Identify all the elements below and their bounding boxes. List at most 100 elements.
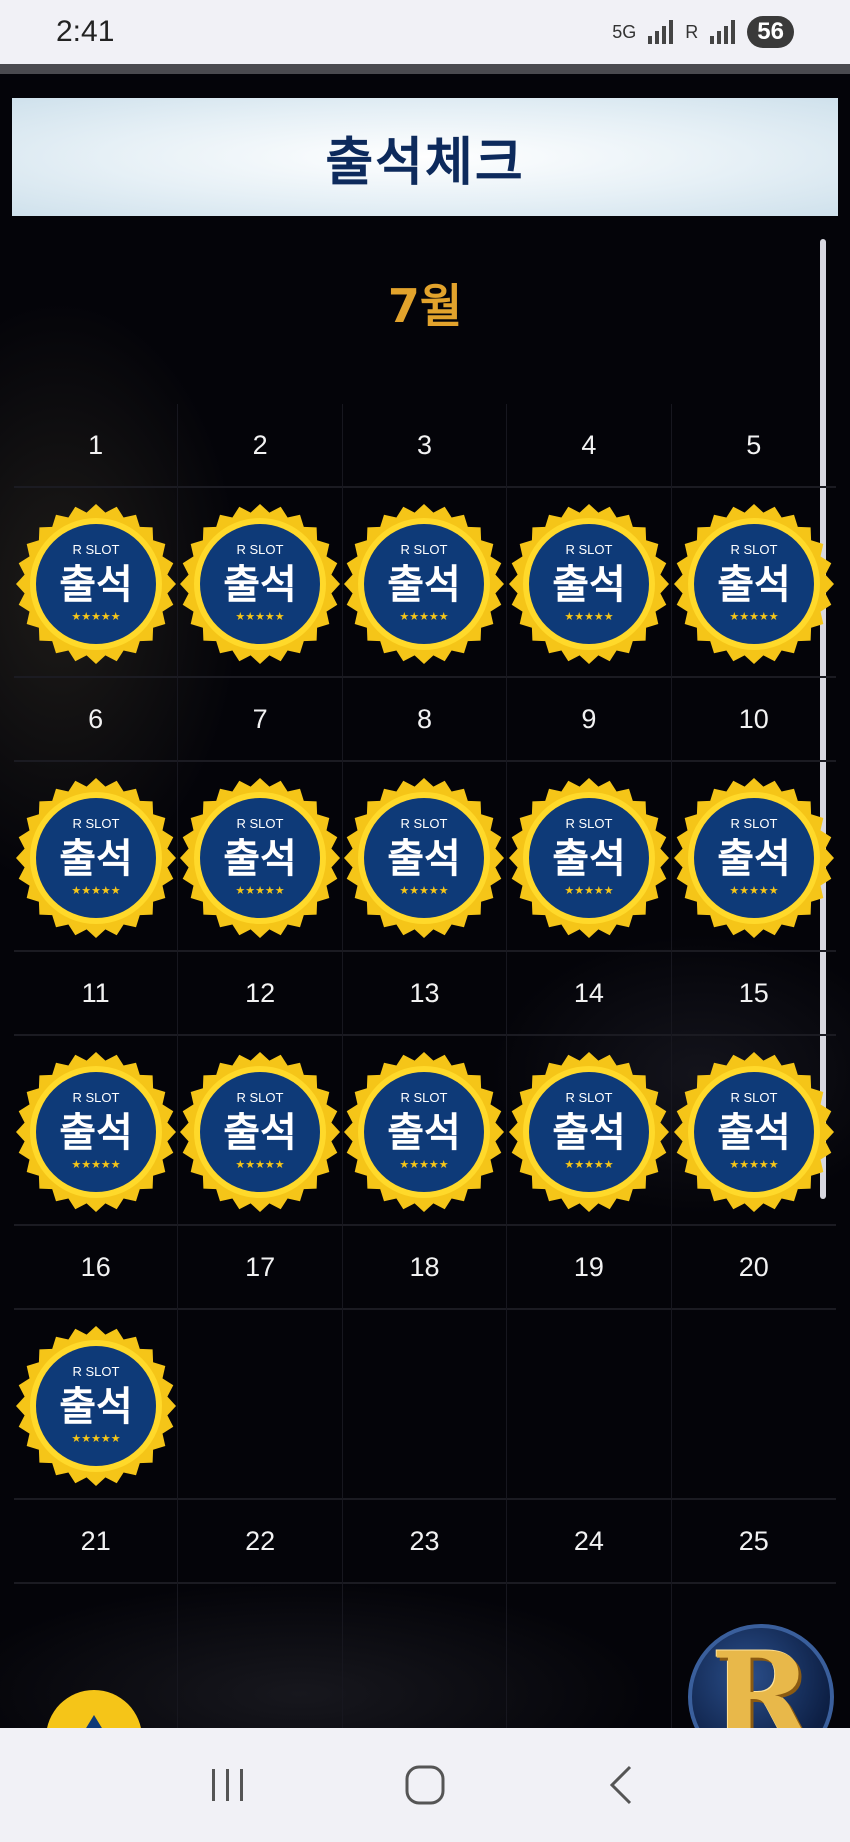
day-number: 24 — [507, 1500, 671, 1584]
stamp-stars: ★★★★★ — [729, 884, 778, 897]
status-icons: 5G R 56 — [612, 16, 794, 48]
stamp-brand: R SLOT — [72, 1090, 119, 1105]
stamp-brand: R SLOT — [730, 542, 777, 557]
day-number: 11 — [14, 952, 178, 1036]
day-number: 5 — [671, 404, 836, 488]
day-number: 20 — [671, 1226, 836, 1310]
network-type-label: 5G — [612, 21, 637, 42]
attendance-stamp: R SLOT 출석 ★★★★★ — [672, 776, 836, 940]
day-number: 10 — [671, 678, 836, 762]
calendar-day-cell[interactable]: 5 R SLOT 출석 ★★★★★ — [671, 404, 836, 678]
calendar-day-cell[interactable]: 17 — [178, 1226, 343, 1500]
calendar-day-cell[interactable]: 13 R SLOT 출석 ★★★★★ — [342, 952, 508, 1226]
calendar-day-cell[interactable]: 20 — [671, 1226, 836, 1500]
calendar-day-cell[interactable]: 14 R SLOT 출석 ★★★★★ — [507, 952, 672, 1226]
stamp-stars: ★★★★★ — [400, 610, 449, 623]
recent-apps-icon — [212, 1769, 244, 1801]
calendar-day-cell[interactable]: 1 R SLOT 출석 ★★★★★ — [14, 404, 179, 678]
stamp-brand: R SLOT — [401, 1090, 448, 1105]
stamp-label: 출석 — [223, 1110, 297, 1156]
stamp-stars: ★★★★★ — [235, 1158, 284, 1171]
stamp-brand: R SLOT — [72, 542, 119, 557]
month-label: 7월 — [387, 279, 463, 333]
stamp-label: 출석 — [59, 562, 133, 608]
stamp-label: 출석 — [59, 836, 133, 882]
status-time: 2:41 — [56, 15, 115, 48]
calendar-day-cell[interactable]: 7 R SLOT 출석 ★★★★★ — [178, 678, 343, 952]
attendance-stamp: R SLOT 출석 ★★★★★ — [672, 1050, 836, 1214]
attendance-badge-icon: R SLOT 출석 ★★★★★ — [15, 1326, 176, 1486]
recent-apps-button[interactable] — [198, 1755, 258, 1815]
stamp-brand: R SLOT — [401, 816, 448, 831]
calendar-day-cell[interactable]: 24 — [507, 1500, 672, 1728]
stamp-label: 출석 — [717, 1110, 791, 1156]
stamp-stars: ★★★★★ — [71, 610, 120, 623]
stamp-stars: ★★★★★ — [71, 1158, 120, 1171]
calendar-day-cell[interactable]: 9 R SLOT 출석 ★★★★★ — [507, 678, 672, 952]
stamp-stars: ★★★★★ — [729, 1158, 778, 1171]
stamp-stars: ★★★★★ — [71, 884, 120, 897]
stamp-brand: R SLOT — [401, 542, 448, 557]
calendar-day-cell[interactable]: 18 — [342, 1226, 508, 1500]
attendance-stamp: R SLOT 출석 ★★★★★ — [342, 502, 506, 666]
roaming-label: R — [685, 21, 699, 42]
calendar-day-cell[interactable]: 15 R SLOT 출석 ★★★★★ — [671, 952, 836, 1226]
calendar-day-cell[interactable]: 23 — [342, 1500, 508, 1728]
back-button[interactable] — [592, 1755, 652, 1815]
day-number: 13 — [342, 952, 507, 1036]
stamp-stars: ★★★★★ — [564, 884, 613, 897]
stamp-stars: ★★★★★ — [235, 884, 284, 897]
attendance-badge-icon: R SLOT 출석 ★★★★★ — [673, 778, 834, 938]
attendance-badge-icon: R SLOT 출석 ★★★★★ — [673, 1052, 834, 1212]
status-divider — [0, 64, 850, 74]
attendance-stamp: R SLOT 출석 ★★★★★ — [507, 502, 671, 666]
calendar-day-cell[interactable]: 11 R SLOT 출석 ★★★★★ — [14, 952, 179, 1226]
stamp-brand: R SLOT — [237, 542, 284, 557]
system-nav-bar — [0, 1728, 850, 1842]
stamp-label: 출석 — [223, 836, 297, 882]
day-number: 1 — [14, 404, 178, 488]
calendar-day-cell[interactable]: 16 R SLOT 출석 ★★★★★ — [14, 1226, 179, 1500]
page-title: 출석체크 — [325, 132, 525, 193]
attendance-badge-icon: R SLOT 출석 ★★★★★ — [180, 778, 341, 938]
attendance-stamp: R SLOT 출석 ★★★★★ — [342, 1050, 506, 1214]
attendance-badge-icon: R SLOT 출석 ★★★★★ — [508, 1052, 669, 1212]
calendar-day-cell[interactable]: 19 — [507, 1226, 672, 1500]
attendance-badge-icon: R SLOT 출석 ★★★★★ — [508, 504, 669, 664]
attendance-stamp: R SLOT 출석 ★★★★★ — [14, 1050, 178, 1214]
stamp-brand: R SLOT — [565, 1090, 612, 1105]
attendance-screen: 출석체크 7월 1R SLOT 출석 ★★★★★ 2 R SLOT 출석 ★★★★★ 3 R S… — [0, 74, 850, 1728]
calendar-day-cell[interactable]: 2 R SLOT 출석 ★★★★★ — [178, 404, 343, 678]
attendance-stamp: R SLOT 출석 ★★★★★ — [14, 776, 178, 940]
stamp-brand: R SLOT — [237, 1090, 284, 1105]
calendar-day-cell[interactable]: 6 R SLOT 출석 ★★★★★ — [14, 678, 179, 952]
signal-icon — [648, 20, 674, 44]
stamp-stars: ★★★★★ — [400, 884, 449, 897]
attendance-badge-icon: R SLOT 출석 ★★★★★ — [344, 1052, 505, 1212]
calendar-day-cell[interactable]: 12 R SLOT 출석 ★★★★★ — [178, 952, 343, 1226]
attendance-stamp: R SLOT 출석 ★★★★★ — [178, 502, 342, 666]
calendar-day-cell[interactable]: 8 R SLOT 출석 ★★★★★ — [342, 678, 508, 952]
stamp-brand: R SLOT — [730, 1090, 777, 1105]
calendar-day-cell[interactable]: 22 — [178, 1500, 343, 1728]
attendance-badge-icon: R SLOT 출석 ★★★★★ — [15, 778, 176, 938]
stamp-brand: R SLOT — [565, 816, 612, 831]
day-number: 22 — [178, 1500, 342, 1584]
signal-icon-2 — [710, 20, 736, 44]
stamp-label: 출석 — [59, 1110, 133, 1156]
stamp-brand: R SLOT — [730, 816, 777, 831]
calendar-day-cell[interactable]: 3 R SLOT 출석 ★★★★★ — [342, 404, 508, 678]
attendance-stamp: R SLOT 출석 ★★★★★ — [342, 776, 506, 940]
stamp-label: 출석 — [552, 1110, 626, 1156]
calendar-day-cell[interactable]: 10 R SLOT 출석 ★★★★★ — [671, 678, 836, 952]
attendance-badge-icon: R SLOT 출석 ★★★★★ — [508, 778, 669, 938]
stamp-label: 출석 — [717, 836, 791, 882]
day-number: 19 — [507, 1226, 671, 1310]
attendance-stamp: R SLOT 출석 ★★★★★ — [672, 502, 836, 666]
calendar-day-cell[interactable]: 4 R SLOT 출석 ★★★★★ — [507, 404, 672, 678]
stamp-label: 출석 — [388, 836, 462, 882]
home-button[interactable] — [395, 1755, 455, 1815]
attendance-badge-icon: R SLOT 출석 ★★★★★ — [344, 778, 505, 938]
attendance-badge-icon: R SLOT 출석 ★★★★★ — [344, 504, 505, 664]
day-number: 21 — [14, 1500, 178, 1584]
